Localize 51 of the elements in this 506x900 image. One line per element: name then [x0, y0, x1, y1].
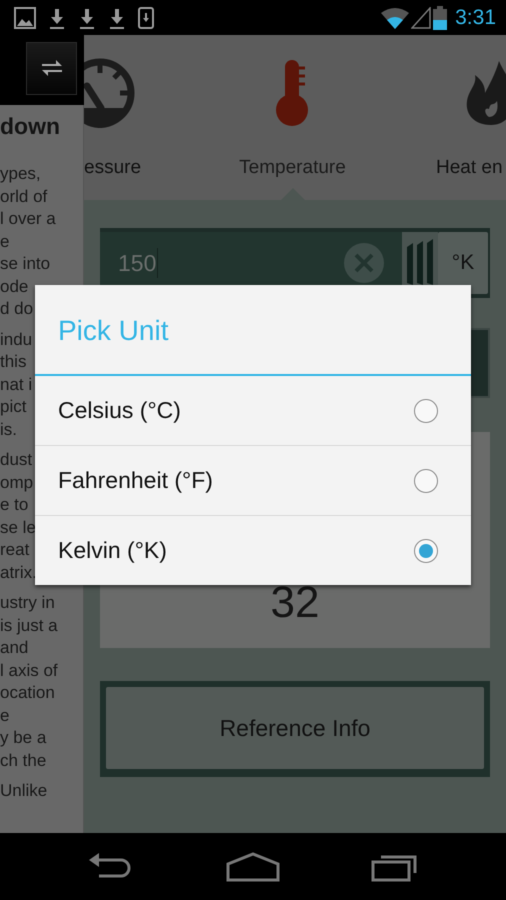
article-text: is just a [0, 614, 59, 636]
article-text: and [0, 637, 30, 659]
article-text: ocation [0, 682, 56, 704]
tab[interactable]: Heat en [390, 35, 506, 200]
reference-info-button[interactable]: Reference Info [106, 687, 484, 769]
article-text: se le [0, 516, 37, 538]
article-text: ustry in [0, 592, 56, 614]
unit-option[interactable]: Fahrenheit (°F) [35, 445, 471, 515]
wifi-icon [381, 6, 410, 28]
unit-option[interactable]: Celsius (°C) [35, 376, 471, 445]
swap-icon [40, 58, 64, 78]
phone-download-icon [138, 6, 154, 28]
article-text: Unlike [0, 780, 48, 802]
radio-button[interactable] [414, 398, 438, 422]
flame-icon [465, 61, 506, 125]
image-icon [14, 6, 36, 28]
article-text: y be a [0, 727, 48, 749]
home-icon[interactable] [226, 852, 280, 882]
article-heading: down [0, 112, 62, 141]
download-icon [48, 6, 66, 28]
radio-button[interactable] [414, 538, 438, 562]
article-text: se into [0, 253, 52, 275]
unit-button[interactable]: °K [438, 232, 488, 294]
battery-icon [433, 6, 448, 30]
download-icon [108, 6, 126, 28]
article-text: ch the [0, 750, 48, 772]
tab[interactable]: essure [84, 35, 195, 200]
article-text: this [0, 351, 28, 373]
article-text: nat i [0, 374, 34, 396]
article-text: atrix. [0, 562, 38, 584]
article-text: ode [0, 276, 30, 298]
article-text: is. [0, 418, 18, 440]
clock-time: 3:31 [455, 6, 496, 30]
gauge-icon [84, 58, 135, 128]
unit-option[interactable]: Kelvin (°K) [35, 515, 471, 585]
article-text: l axis of [0, 660, 59, 682]
dialog-title: Pick Unit [35, 285, 471, 376]
article-text: e [0, 230, 10, 252]
download-icon [78, 6, 96, 28]
article-text: e to [0, 494, 30, 516]
signal-icon [411, 6, 432, 28]
article-text: e [0, 704, 10, 726]
article-text: ypes, [0, 163, 42, 185]
tab[interactable]: Temperature [195, 35, 390, 200]
article-text: d do [0, 298, 34, 320]
article-text: l over a [0, 208, 57, 230]
radio-button[interactable] [414, 468, 438, 492]
article-text: dust [0, 449, 34, 471]
thermometer-icon [276, 60, 310, 126]
article-text: orld of [0, 186, 48, 208]
swap-button[interactable] [26, 42, 77, 95]
